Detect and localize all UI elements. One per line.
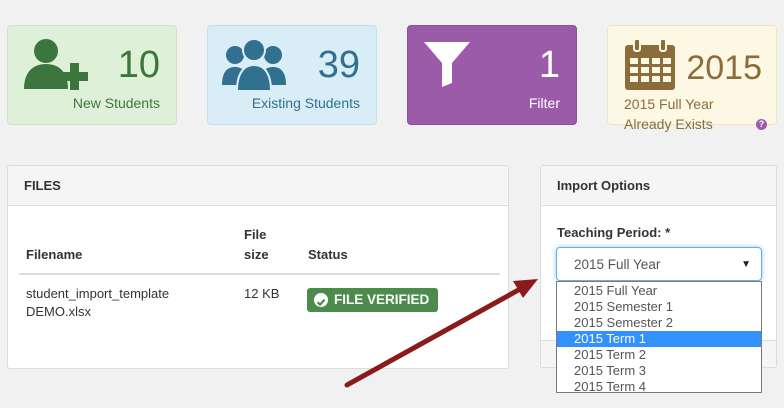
- option-2015-full-year[interactable]: 2015 Full Year: [557, 283, 761, 299]
- table-header-divider: [19, 273, 500, 275]
- filesize-header-line1: File: [244, 227, 267, 242]
- calendar-icon: [623, 38, 677, 97]
- existing-students-tile: 39 Existing Students: [207, 25, 377, 125]
- status-header: Status: [308, 247, 348, 262]
- check-circle-icon: [314, 293, 328, 307]
- filter-tile[interactable]: 1 Filter: [407, 25, 577, 125]
- teaching-period-select[interactable]: 2015 Full Year ▼: [556, 247, 762, 281]
- filename-header: Filename: [26, 247, 83, 262]
- option-2015-term-1[interactable]: 2015 Term 1: [557, 331, 761, 347]
- new-students-count: 10: [117, 44, 160, 86]
- file-verified-badge: FILE VERIFIED: [307, 288, 439, 312]
- caret-down-icon: ▼: [741, 259, 751, 270]
- period-exists-label: Already Exists: [624, 116, 713, 132]
- user-plus-icon: [22, 37, 98, 100]
- files-panel-title: FILES: [8, 166, 508, 206]
- filter-icon: [422, 39, 472, 94]
- period-year: 2015: [686, 49, 762, 87]
- help-icon[interactable]: ?: [756, 119, 767, 130]
- teaching-period-label: Teaching Period: *: [557, 225, 671, 240]
- teaching-period-tile: 2015 2015 Full Year Already Exists ?: [607, 25, 777, 132]
- file-verified-text: FILE VERIFIED: [334, 292, 430, 307]
- option-2015-term-4[interactable]: 2015 Term 4: [557, 379, 761, 395]
- option-2015-term-2[interactable]: 2015 Term 2: [557, 347, 761, 363]
- option-2015-term-3[interactable]: 2015 Term 3: [557, 363, 761, 379]
- filter-label: Filter: [528, 95, 560, 111]
- option-2015-semester-1[interactable]: 2015 Semester 1: [557, 299, 761, 315]
- teaching-period-dropdown[interactable]: 2015 Full Year 2015 Semester 1 2015 Seme…: [556, 281, 762, 395]
- existing-students-label: Existing Students: [251, 95, 360, 111]
- files-panel: FILES Filename File size Status student_…: [7, 165, 509, 369]
- filesize-header-line2: size: [244, 247, 269, 262]
- option-2015-semester-2[interactable]: 2015 Semester 2: [557, 315, 761, 331]
- new-students-tile: 10 New Students: [7, 25, 177, 125]
- filename-cell-line1: student_import_template: [26, 286, 170, 301]
- new-students-label: New Students: [72, 95, 160, 111]
- existing-students-count: 39: [317, 44, 360, 86]
- filename-cell-line2: DEMO.xlsx: [26, 304, 91, 319]
- period-label: 2015 Full Year: [624, 96, 714, 112]
- filesize-cell: 12 KB: [244, 286, 280, 301]
- import-options-title: Import Options: [541, 166, 776, 206]
- filter-count: 1: [538, 44, 560, 86]
- users-icon: [222, 37, 286, 100]
- teaching-period-selected-value: 2015 Full Year: [574, 257, 661, 272]
